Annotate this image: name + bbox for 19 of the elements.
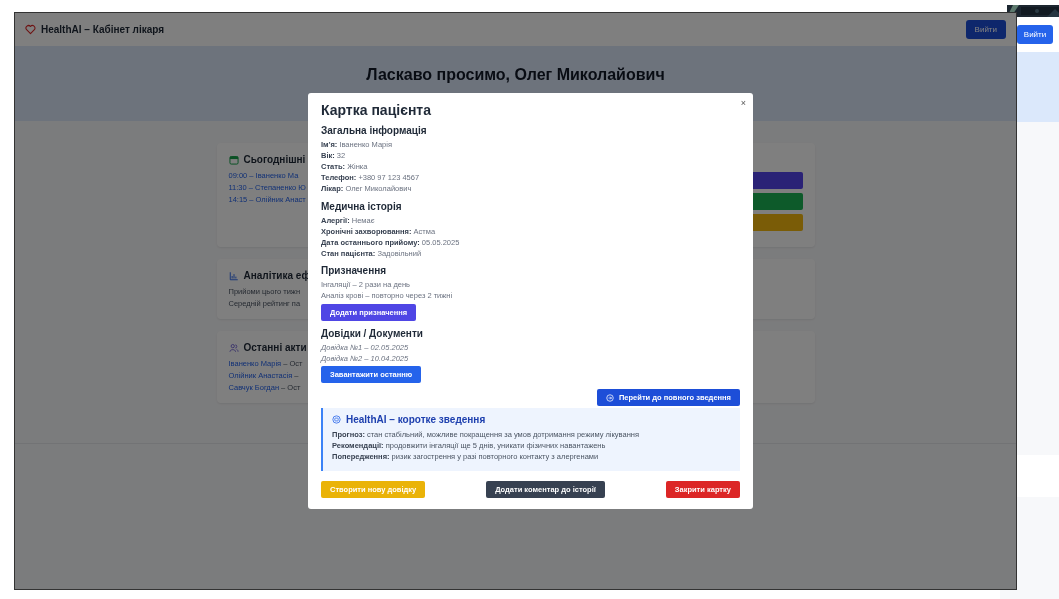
arrow-icon	[605, 393, 614, 402]
robot-icon	[332, 415, 341, 424]
card-title: Сьогоднішні	[243, 154, 306, 165]
logout-button[interactable]: Вийти	[965, 20, 1006, 39]
logout-button[interactable]: Вийти	[1017, 25, 1053, 44]
section-heading: Призначення	[321, 265, 388, 276]
welcome-title: Ласкаво просимо, Олег Миколайович	[366, 66, 665, 84]
section-heading: Довідки / Документи	[321, 327, 424, 339]
app-title: HealthAI – Кабінет лікаря	[41, 24, 165, 35]
dialog-title: Картка пацієнта	[321, 102, 432, 118]
people-icon	[228, 342, 239, 353]
summary-title: HealthAI – коротке зведення	[346, 414, 486, 425]
calendar-icon	[228, 154, 239, 165]
card-title: Останні акти	[243, 342, 307, 353]
close-button[interactable]: ×	[738, 96, 748, 110]
chart-icon	[228, 270, 239, 281]
heart-icon	[25, 24, 36, 35]
section-heading: Загальна інформація	[321, 125, 428, 136]
section-heading: Медична історія	[321, 200, 403, 212]
